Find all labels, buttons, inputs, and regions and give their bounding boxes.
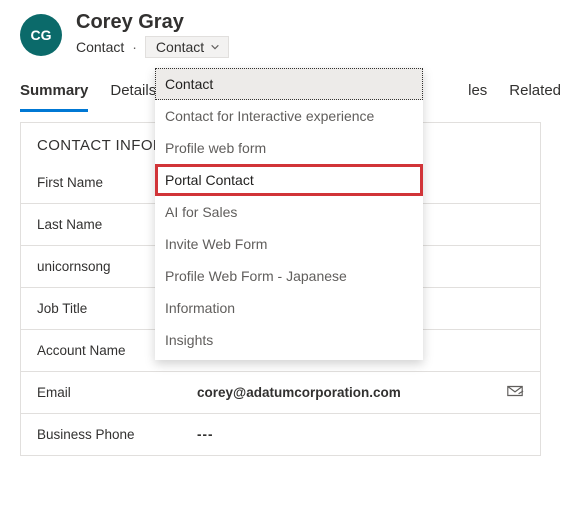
dropdown-item-profile-web-form[interactable]: Profile web form [155, 132, 423, 164]
tab-obscured-tail[interactable]: les [468, 76, 487, 112]
record-header: CG Corey Gray Contact · Contact [20, 10, 561, 58]
chevron-down-icon [210, 42, 220, 52]
separator-dot: · [132, 39, 137, 55]
form-view-picker[interactable]: Contact [145, 36, 229, 58]
business-phone-value: --- [197, 427, 214, 442]
dropdown-item-information[interactable]: Information [155, 292, 423, 324]
entity-type-label: Contact [76, 39, 124, 55]
dropdown-item-invite-web-form[interactable]: Invite Web Form [155, 228, 423, 260]
form-view-dropdown[interactable]: Contact Contact for Interactive experien… [155, 68, 423, 360]
field-row-email: Email corey@adatumcorporation.com [21, 372, 540, 414]
tab-related[interactable]: Related [509, 76, 561, 112]
form-view-picker-label: Contact [156, 39, 204, 55]
dropdown-item-insights[interactable]: Insights [155, 324, 423, 356]
tab-summary[interactable]: Summary [20, 76, 88, 112]
field-label: Email [37, 385, 197, 400]
business-phone-input[interactable]: --- [197, 427, 524, 442]
tab-details-partial[interactable]: Details [110, 76, 156, 112]
page-title: Corey Gray [76, 10, 229, 34]
avatar: CG [20, 14, 62, 56]
dropdown-item-ai-for-sales[interactable]: AI for Sales [155, 196, 423, 228]
send-mail-icon [506, 382, 524, 400]
email-input[interactable]: corey@adatumcorporation.com [197, 382, 524, 403]
field-row-business-phone: Business Phone --- [21, 414, 540, 456]
send-email-button[interactable] [506, 382, 524, 403]
dropdown-item-contact[interactable]: Contact [155, 68, 423, 100]
dropdown-item-portal-contact[interactable]: Portal Contact [155, 164, 423, 196]
email-value: corey@adatumcorporation.com [197, 385, 401, 400]
dropdown-item-contact-interactive[interactable]: Contact for Interactive experience [155, 100, 423, 132]
field-label: Business Phone [37, 427, 197, 442]
dropdown-item-profile-web-form-jp[interactable]: Profile Web Form - Japanese [155, 260, 423, 292]
